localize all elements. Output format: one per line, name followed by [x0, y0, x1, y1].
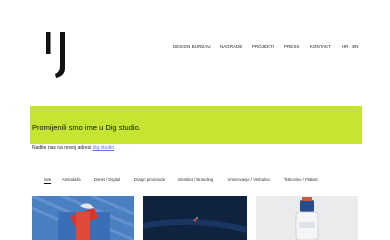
lang-hr[interactable]: HR [342, 44, 348, 49]
nav-kontakt[interactable]: KONTAKT [310, 44, 331, 49]
project-image-dark-fabric [143, 196, 247, 240]
banner-subtext-label: Nađite nas na novoj adresi [32, 145, 92, 151]
filter-sve[interactable]: Sve [44, 177, 52, 184]
nav-projekti[interactable]: PROJEKTI [252, 44, 274, 49]
project-image-bottle [256, 196, 358, 240]
logo-mark [46, 32, 65, 78]
project-tile-1[interactable] [32, 196, 134, 240]
filter-ambalaza[interactable]: Ambalaža [62, 177, 81, 182]
project-tile-2[interactable] [143, 196, 247, 240]
filter-tiskovine-plakati[interactable]: Tiskovine / Plakati [284, 177, 318, 182]
filter-direkt-digital[interactable]: Direkt / Digital [94, 177, 120, 182]
project-image-gift-box [32, 196, 134, 240]
project-tile-3[interactable] [256, 196, 358, 240]
nav-press[interactable]: PRESS [284, 44, 299, 49]
brand-logo[interactable] [44, 30, 76, 78]
nav-nagrade[interactable]: NAGRADE [220, 44, 242, 49]
dig-studio-link[interactable]: dig studio [93, 145, 114, 151]
banner-headline: Promijenili smo ime u Dig studio. [32, 123, 141, 132]
category-filters: Sve Ambalaža Direkt / Digital Dizajn pro… [0, 177, 390, 187]
lang-en[interactable]: EN [352, 44, 358, 49]
filter-identitet-branding[interactable]: Identitet / Branding [178, 177, 213, 182]
nav-design-bureau[interactable]: DESIGN BUREAU [173, 44, 211, 49]
filter-imenovanje-verbalna[interactable]: Imenovanje / Verbalna [228, 177, 270, 182]
language-switcher: HR EN [342, 44, 358, 49]
filter-dizajn-proizvoda[interactable]: Dizajn proizvoda [134, 177, 165, 182]
banner-subtext: Nađite nas na novoj adresi dig studio [32, 145, 114, 151]
